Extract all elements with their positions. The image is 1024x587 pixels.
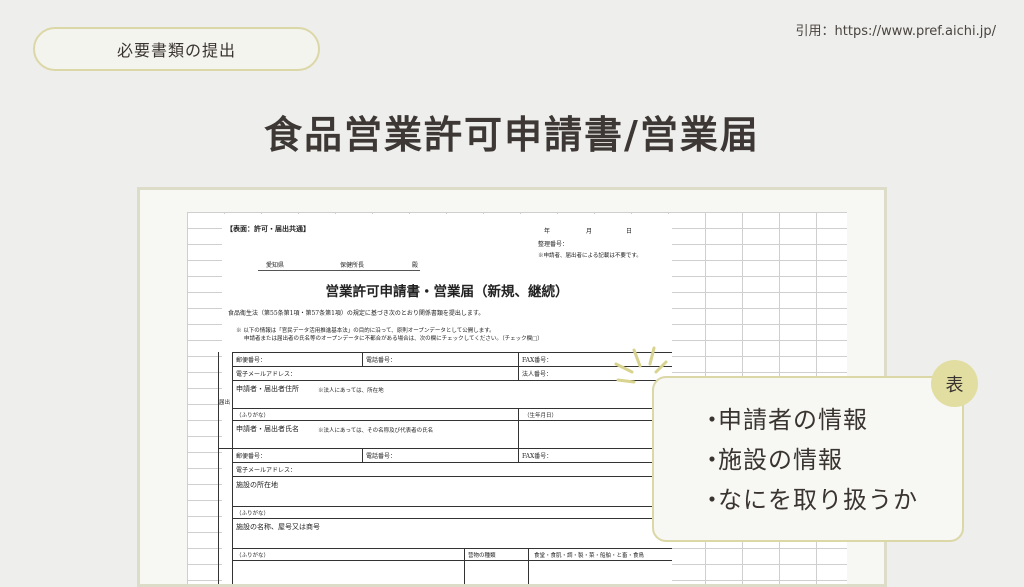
applicant-name-label: 申請者・届出者氏名 [236, 425, 299, 433]
applicant-address-label: 申請者・届出者住所 [236, 385, 299, 393]
applicant-address-note: ※法人にあっては、所在地 [318, 388, 384, 394]
application-form: 【表面：許可・届出共通】 年 月 日 整理番号： ※申請者、届出者による記載は不… [218, 214, 672, 584]
date-month: 月 [586, 228, 593, 235]
facility-name-label: 施設の名称、屋号又は商号 [236, 523, 320, 531]
facility-furigana-label: （ふりがな） [236, 511, 270, 517]
form-side-label: 【表面：許可・届出共通】 [226, 224, 310, 233]
source-citation: 引用：https://www.pref.aichi.jp/ [795, 24, 996, 39]
birthdate-label: （生年月日） [524, 413, 558, 419]
open-data-note-2: 申請者または届出者の氏名等のオープンデータに不都合がある場合は、次の欄にチェック… [244, 336, 543, 342]
applicant-name-note: ※法人にあっては、その名称及び代表者の氏名 [318, 428, 434, 434]
facility-address-label: 施設の所在地 [236, 481, 278, 489]
addressee-office: 保健所長 [340, 262, 365, 269]
side-category-label: 届出 [219, 400, 231, 406]
addressee-honorific: 殿 [412, 262, 419, 269]
furigana-label: （ふりがな） [236, 413, 270, 419]
form-intro: 食品衛生法（第55条第1項・第57条第1項）の規定に基づき次のとおり関係書類を提… [228, 310, 485, 317]
list-item: ・施設の情報 [700, 446, 843, 474]
callout-item-facility: 施設の情報 [718, 446, 843, 474]
phone-label: 電話番号： [366, 357, 397, 364]
form-title: 営業許可申請書・営業届（新規、継続） [325, 284, 569, 300]
email-label: 電子メールアドレス： [236, 371, 297, 378]
facility-postal-label: 郵便番号： [236, 453, 267, 460]
section-tag: 必要書類の提出 [33, 27, 320, 71]
facility-phone-label: 電話番号： [366, 453, 397, 460]
corporate-number-label: 法人番号： [522, 371, 553, 378]
fax-label: FAX番号： [522, 357, 553, 364]
list-item: ・なにを取り扱うか [700, 486, 918, 514]
open-data-note-1: ※ 以下の情報は「官民データ活用推進基本法」の目的に沿って、原則オープンデータと… [236, 328, 495, 334]
list-item: ・申請者の情報 [700, 406, 868, 434]
facility-email-label: 電子メールアドレス： [236, 467, 297, 474]
callout-item-applicant: 申請者の情報 [718, 406, 868, 434]
business-categories: 食堂・食肌・調・製・菜・船舶・と畜・食鳥 [534, 553, 645, 559]
reference-number-label: 整理番号： [538, 241, 569, 248]
facility-fax-label: FAX番号： [522, 453, 553, 460]
callout-item-handling: なにを取り扱うか [718, 486, 918, 514]
date-year: 年 [544, 228, 551, 235]
facility-name-furigana-label: （ふりがな） [236, 553, 270, 559]
date-day: 日 [626, 228, 633, 235]
addressee-prefecture: 愛知県 [266, 262, 285, 269]
page-title: 食品営業許可申請書/営業届 [264, 113, 760, 157]
callout-badge: 表 [931, 360, 978, 407]
business-type-label: 营物の種類 [468, 553, 496, 559]
callout-list: ・申請者の情報 ・施設の情報 ・なにを取り扱うか [700, 400, 918, 520]
postal-code-label: 郵便番号： [236, 357, 267, 364]
reference-note: ※申請者、届出者による記載は不要です。 [538, 253, 642, 259]
